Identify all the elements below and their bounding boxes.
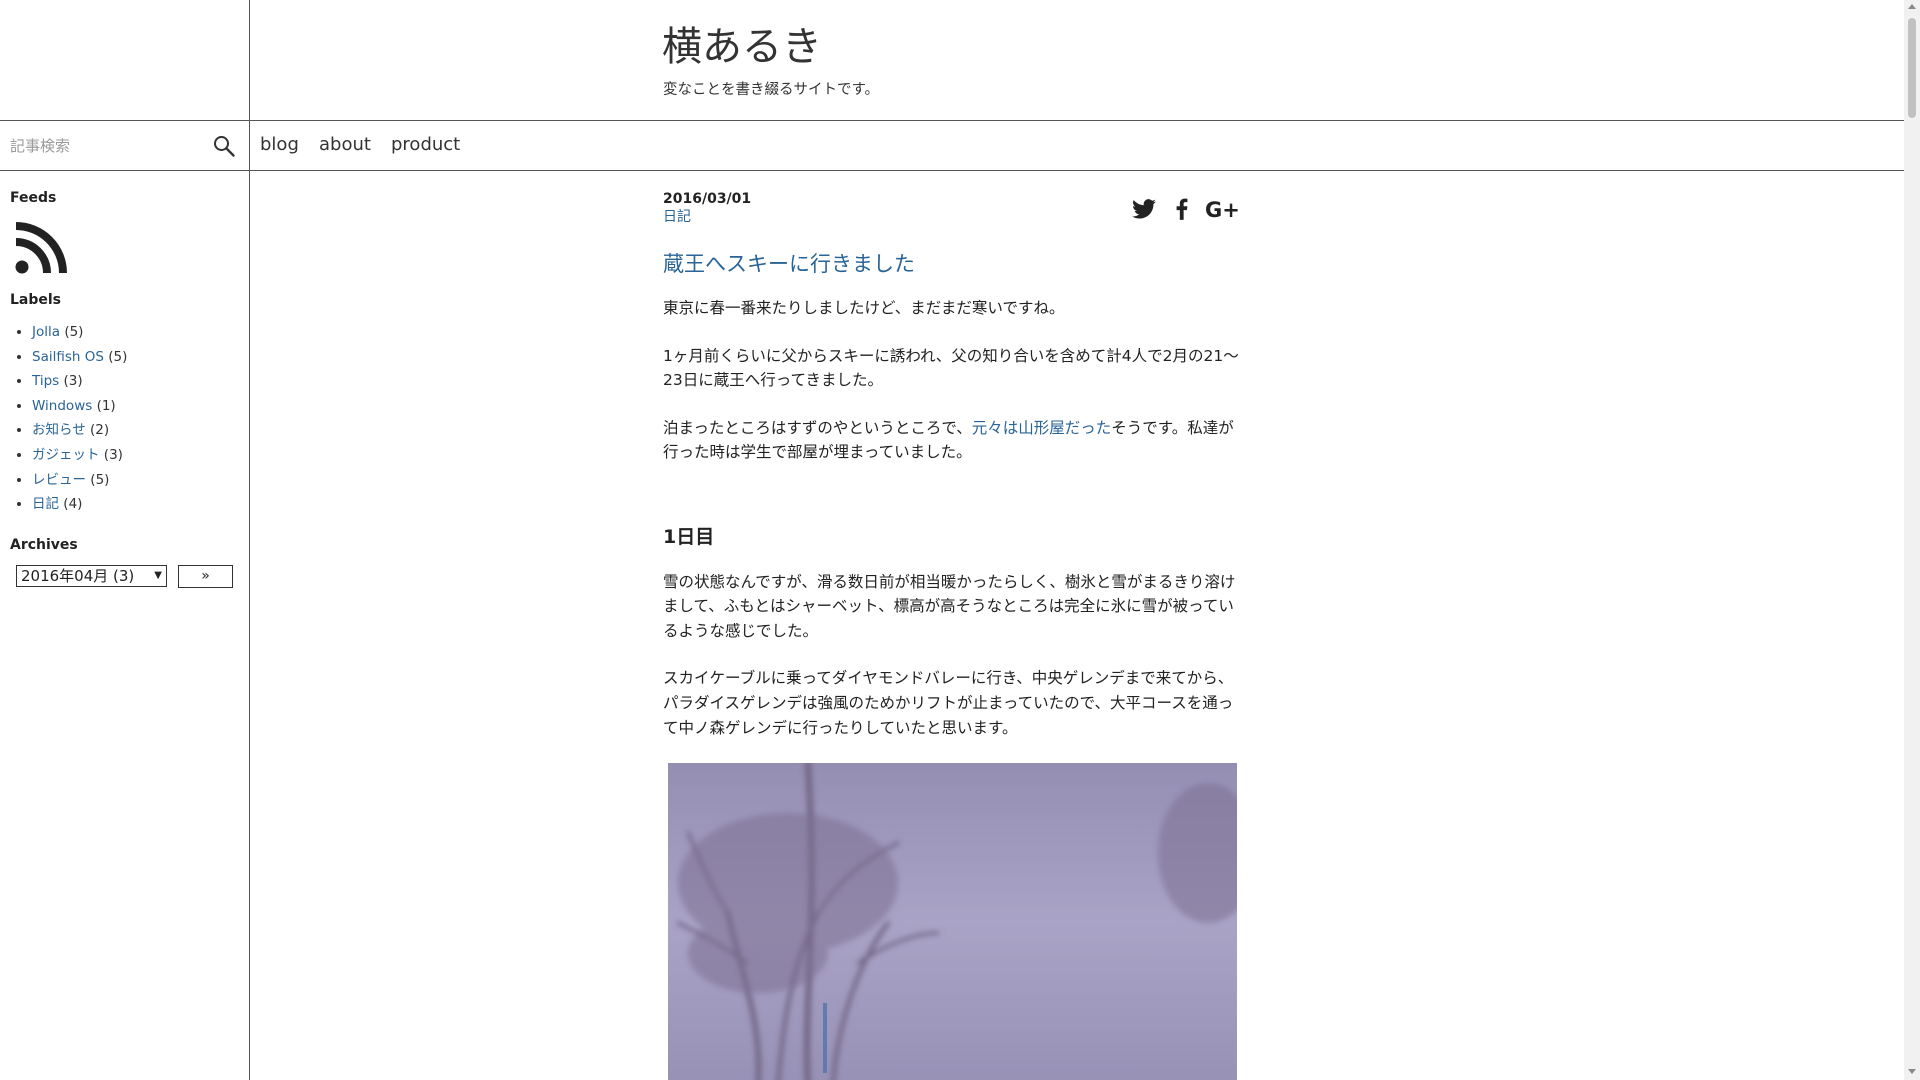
- label-count: (5): [90, 471, 110, 488]
- section-heading: 1日目: [663, 525, 715, 548]
- label-link[interactable]: Sailfish OS: [32, 349, 104, 365]
- nav-blog[interactable]: blog: [260, 134, 299, 155]
- label-item: Sailfish OS (5): [32, 345, 240, 370]
- archive-row: 2016年04月 (3) ▼ »: [10, 564, 240, 591]
- label-link[interactable]: レビュー: [32, 472, 86, 488]
- label-count: (1): [96, 397, 116, 414]
- article: 2016/03/01 日記 G+ 蔵王へスキーに行きました 東京に春一番来たりし…: [663, 190, 1241, 1080]
- post-title[interactable]: 蔵王へスキーに行きました: [663, 248, 1241, 278]
- share-buttons: G+: [1131, 196, 1241, 222]
- label-count: (3): [103, 446, 123, 463]
- feeds-title: Feeds: [10, 190, 57, 206]
- sidebar: Feeds Labels Jolla (5) Sailfish OS (5) T…: [10, 190, 240, 591]
- left-column: Feeds Labels Jolla (5) Sailfish OS (5) T…: [0, 0, 250, 1080]
- archives-title: Archives: [10, 536, 78, 553]
- ski-photo[interactable]: [668, 763, 1237, 1080]
- paragraph: 東京に春一番来たりしましたけど、まだまだ寒いですね。: [663, 299, 1065, 317]
- snowy-trees-image: [668, 763, 1237, 1080]
- nav-about[interactable]: about: [319, 134, 371, 155]
- caret-down-icon: ▼: [154, 569, 162, 581]
- label-list: Jolla (5) Sailfish OS (5) Tips (3) Windo…: [10, 320, 240, 517]
- label-count: (4): [63, 496, 83, 513]
- paragraph: 泊まったところはすずのやというところで、元々は山形屋だったそうです。私達が行った…: [663, 416, 1241, 465]
- label-link[interactable]: お知らせ: [32, 422, 86, 438]
- paragraph: 雪の状態なんですが、滑る数日前が相当暖かったらしく、樹氷と雪がまるきり溶けまして…: [663, 572, 1236, 640]
- search-box: [0, 120, 249, 171]
- site-title[interactable]: 横あるき: [662, 14, 822, 72]
- inline-link[interactable]: 元々は山形屋だった: [972, 419, 1112, 437]
- label-link[interactable]: 日記: [32, 496, 59, 512]
- facebook-icon[interactable]: [1169, 196, 1195, 222]
- twitter-icon[interactable]: [1131, 196, 1157, 222]
- label-item: 日記 (4): [32, 492, 240, 517]
- nav-product[interactable]: product: [391, 134, 460, 155]
- label-item: Windows (1): [32, 394, 240, 419]
- label-item: ガジェット (3): [32, 443, 240, 468]
- label-item: Jolla (5): [32, 320, 240, 345]
- archive-selected-value: 2016年04月 (3): [21, 566, 135, 585]
- label-count: (3): [63, 373, 83, 390]
- label-link[interactable]: Tips: [32, 373, 59, 389]
- google-plus-icon[interactable]: G+: [1205, 196, 1239, 222]
- paragraph: スカイケーブルに乗ってダイヤモンドバレーに行き、中央ゲレンデまで来てから、パラダ…: [663, 669, 1234, 737]
- label-item: お知らせ (2): [32, 418, 240, 443]
- scroll-up-arrow-icon[interactable]: [1908, 4, 1916, 9]
- label-count: (2): [90, 422, 110, 439]
- paragraph-text: 泊まったところはすずのやというところで、: [663, 418, 972, 437]
- site-description: 変なことを書き綴るサイトです。: [663, 82, 880, 98]
- label-link[interactable]: Jolla: [32, 324, 60, 340]
- label-count: (5): [108, 348, 128, 365]
- scroll-down-arrow-icon[interactable]: [1908, 1069, 1916, 1074]
- label-link[interactable]: Windows: [32, 398, 92, 414]
- svg-text:G+: G+: [1205, 198, 1239, 222]
- labels-title: Labels: [10, 292, 62, 308]
- label-item: Tips (3): [32, 369, 240, 394]
- rss-feed-icon[interactable]: [15, 222, 67, 274]
- label-item: レビュー (5): [32, 468, 240, 493]
- label-link[interactable]: ガジェット: [32, 447, 100, 463]
- page: Feeds Labels Jolla (5) Sailfish OS (5) T…: [0, 0, 1920, 1080]
- scroll-thumb[interactable]: [1908, 18, 1916, 118]
- main-nav: blog about product: [250, 120, 1904, 171]
- site-header: 横あるき 変なことを書き綴るサイトです。: [250, 0, 1904, 120]
- label-count: (5): [64, 324, 84, 340]
- archive-go-button[interactable]: »: [178, 564, 233, 588]
- paragraph: 1ヶ月前くらいに父からスキーに誘われ、父の知り合いを含めて計4人で2月の21〜2…: [663, 346, 1239, 390]
- search-input[interactable]: [0, 121, 200, 170]
- archive-select[interactable]: 2016年04月 (3) ▼: [16, 564, 167, 587]
- search-icon[interactable]: [212, 134, 236, 158]
- post-body: 東京に春一番来たりしましたけど、まだまだ寒いですね。 1ヶ月前くらいに父からスキ…: [663, 296, 1241, 1080]
- page-scrollbar[interactable]: [1904, 0, 1920, 1080]
